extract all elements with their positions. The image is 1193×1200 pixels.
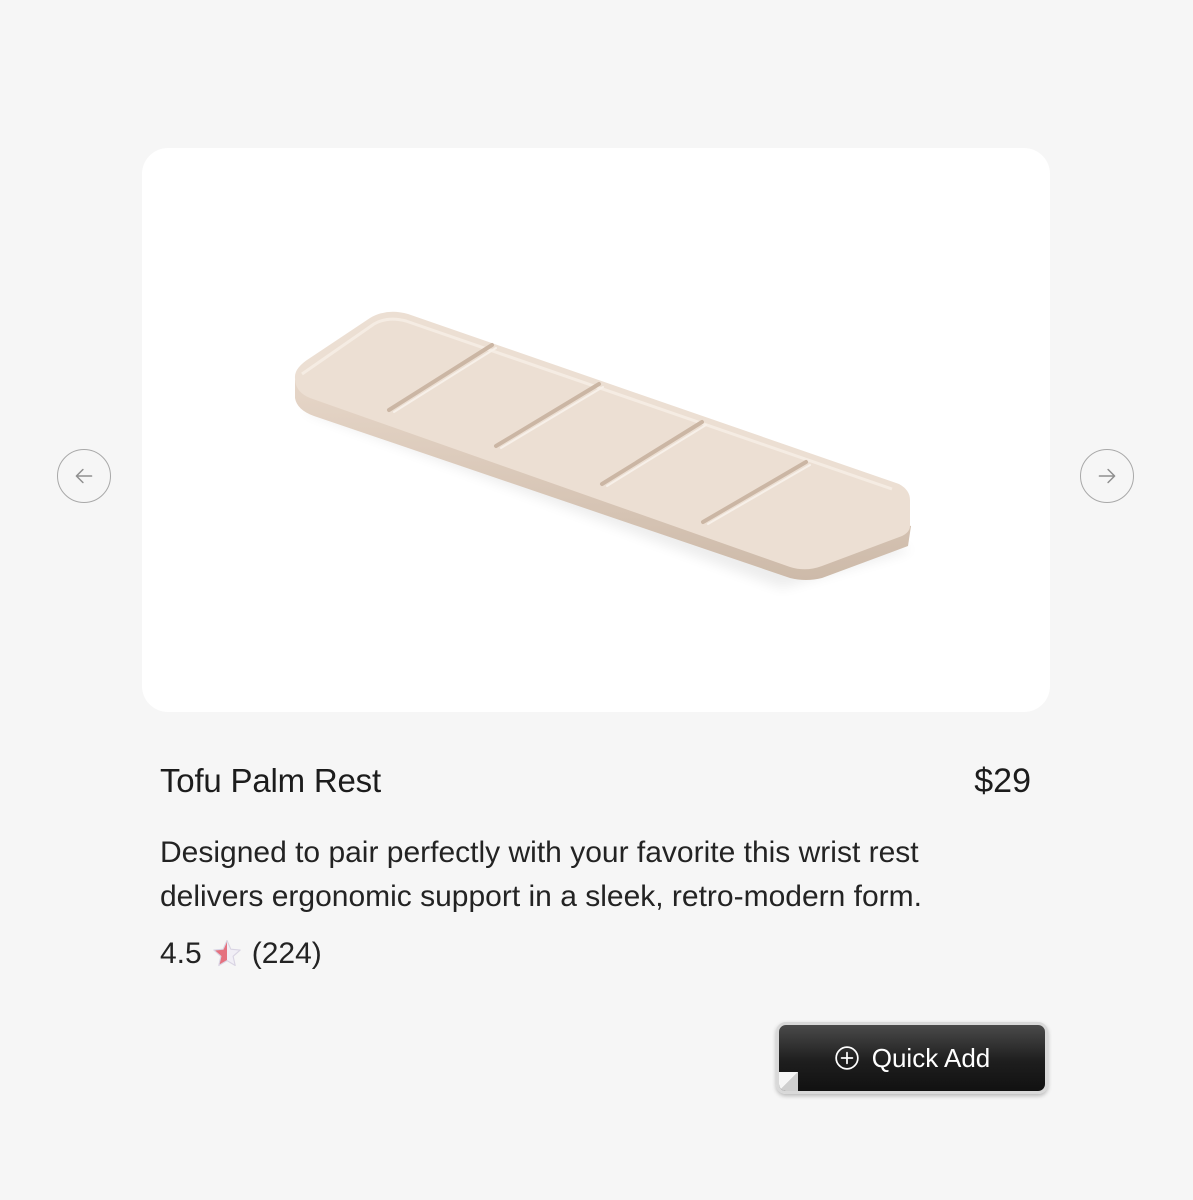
product-title: Tofu Palm Rest — [160, 762, 381, 799]
review-count: (224) — [251, 937, 322, 970]
rating-value: 4.5 — [160, 937, 202, 970]
plus-circle-icon — [835, 1046, 859, 1070]
carousel-next-button[interactable] — [1080, 449, 1134, 503]
product-image — [294, 311, 912, 588]
arrow-left-icon — [75, 468, 93, 484]
quick-add-button[interactable]: Quick Add — [776, 1022, 1048, 1094]
carousel-prev-button[interactable] — [57, 449, 111, 503]
product-image-card — [142, 148, 1050, 712]
star-icon — [212, 939, 241, 967]
product-description: Designed to pair perfectly with your fav… — [160, 836, 922, 913]
arrow-right-icon — [1098, 468, 1116, 484]
quick-add-label: Quick Add — [871, 1042, 991, 1073]
product-rating: 4.5 (224) — [160, 933, 322, 975]
page-curl-decoration — [779, 1072, 798, 1091]
product-price: $29 — [974, 762, 1031, 800]
